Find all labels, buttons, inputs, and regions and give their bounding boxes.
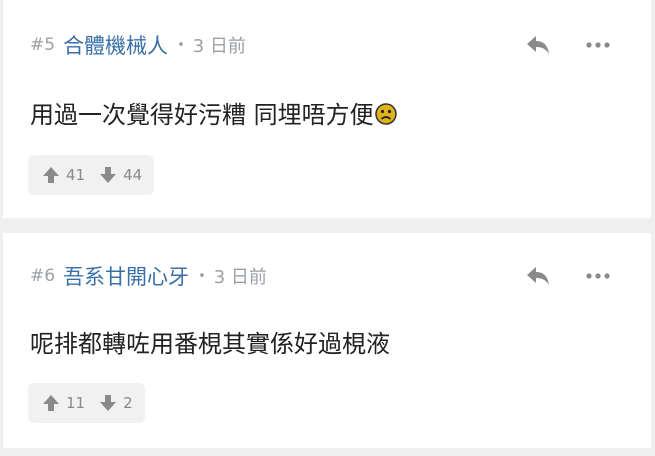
upvote-count: 11: [66, 394, 86, 412]
comment-card: #6 吾系甘開心牙 • 3 日前 呢排都轉咗用番梘其實係好過梘液 11 2: [3, 233, 651, 448]
comment-text-row: 呢排都轉咗用番梘其實係好過梘液: [30, 324, 390, 359]
downvote-button[interactable]: 2: [99, 394, 133, 412]
floor-number: #6: [30, 266, 56, 286]
reply-icon[interactable]: [525, 264, 551, 288]
upvote-button[interactable]: 41: [42, 166, 85, 184]
comment-header: #5 合體機械人 • 3 日前: [30, 32, 246, 58]
separator-dot: •: [198, 268, 206, 284]
arrow-up-icon: [43, 167, 59, 183]
comment-actions: [525, 33, 611, 57]
more-options-icon[interactable]: [585, 264, 611, 288]
upvote-button[interactable]: 11: [42, 394, 85, 412]
comment-text-row: 用過一次覺得好污糟 同埋唔方便: [30, 95, 397, 131]
more-options-icon[interactable]: [585, 33, 611, 57]
comment-card: #5 合體機械人 • 3 日前 用過一次覺得好污糟 同埋唔方便 41 44: [3, 0, 651, 218]
downvote-count: 2: [123, 394, 133, 412]
arrow-down-icon: [100, 395, 117, 411]
floor-number: #5: [30, 35, 56, 55]
separator-dot: •: [177, 37, 185, 53]
sad-face-icon: [374, 103, 397, 131]
arrow-down-icon: [100, 167, 117, 183]
vote-bar: 41 44: [28, 155, 155, 195]
reply-icon[interactable]: [525, 33, 551, 57]
timestamp: 3 日前: [192, 36, 246, 57]
downvote-button[interactable]: 44: [99, 166, 142, 184]
comment-text: 呢排都轉咗用番梘其實係好過梘液: [30, 330, 390, 358]
arrow-up-icon: [43, 395, 59, 411]
comment-text: 用過一次覺得好污糟 同埋唔方便: [30, 101, 374, 129]
author-name[interactable]: 吾系甘開心牙: [63, 261, 189, 291]
upvote-count: 41: [66, 166, 86, 184]
comment-header: #6 吾系甘開心牙 • 3 日前: [30, 263, 267, 289]
downvote-count: 44: [123, 166, 143, 184]
author-name[interactable]: 合體機械人: [63, 30, 168, 60]
timestamp: 3 日前: [213, 267, 267, 288]
vote-bar: 11 2: [28, 383, 145, 423]
comment-actions: [525, 264, 611, 288]
